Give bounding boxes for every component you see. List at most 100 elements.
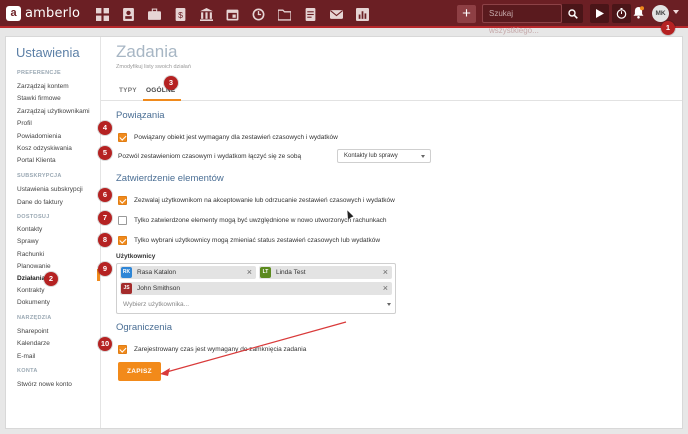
- calendar-icon[interactable]: [224, 6, 240, 22]
- stopwatch-icon: [616, 8, 627, 19]
- chevron-down-icon: [421, 155, 425, 158]
- sidebar-item-notifications[interactable]: Powiadomienia: [17, 133, 61, 140]
- sidebar-item-contacts[interactable]: Kontakty: [17, 226, 42, 233]
- section-title-approval: Zatwierdzenie elementów: [116, 173, 224, 184]
- only-approved-checkbox[interactable]: [118, 216, 127, 225]
- sidebar-item-subscription-settings[interactable]: Ustawienia subskrypcji: [17, 186, 83, 193]
- user-avatar[interactable]: MK: [652, 5, 669, 22]
- tab-bar: TYPY OGÓLNE: [101, 82, 682, 101]
- main-content: Zadania Zmodyfikuj listy swoich działań …: [101, 37, 682, 428]
- sidebar-group-subscription: SUBSKRYPCJA: [17, 173, 62, 179]
- sidebar-title: Ustawienia: [16, 45, 80, 60]
- sidebar-item-contracts[interactable]: Kontrakty: [17, 287, 44, 294]
- callout-badge-10: 10: [98, 337, 112, 351]
- chevron-down-icon[interactable]: [673, 10, 679, 14]
- sidebar-group-preferences: PREFERENCJE: [17, 70, 61, 76]
- user-search-input[interactable]: Wybierz użytkownika...: [120, 298, 392, 311]
- close-icon[interactable]: ×: [383, 283, 388, 293]
- top-bar: a amberlo $ + Szukaj wszystkiego... MK: [0, 0, 688, 35]
- section-title-links: Powiązania: [116, 110, 165, 121]
- time-entries-icon[interactable]: [250, 6, 266, 22]
- search-button[interactable]: [562, 4, 583, 23]
- callout-badge-6: 6: [98, 188, 112, 202]
- contacts-icon[interactable]: [120, 6, 136, 22]
- sidebar-item-manage-users[interactable]: Zarządzaj użytkownikami: [17, 108, 90, 115]
- sidebar-item-client-portal[interactable]: Portal Klienta: [17, 157, 56, 164]
- bank-icon[interactable]: [198, 6, 214, 22]
- avatar: LT: [260, 267, 271, 278]
- svg-text:$: $: [178, 9, 183, 19]
- linked-required-checkbox[interactable]: [118, 133, 127, 142]
- only-selected-users-label: Tylko wybrani użytkownicy mogą zmieniać …: [134, 237, 381, 244]
- start-timer-button[interactable]: [590, 4, 609, 23]
- sidebar-group-tools: NARZĘDZIA: [17, 315, 52, 321]
- time-required-checkbox[interactable]: [118, 345, 127, 354]
- sidebar-item-invoices[interactable]: Rachunki: [17, 251, 44, 258]
- callout-badge-2: 2: [44, 272, 58, 286]
- play-icon: [595, 9, 604, 18]
- dashboard-icon[interactable]: [94, 6, 110, 22]
- matters-icon[interactable]: [146, 6, 162, 22]
- settings-sidebar: Ustawienia PREFERENCJE Zarządzaj kontem …: [6, 37, 101, 428]
- avatar: RK: [121, 267, 132, 278]
- linked-required-label: Powiązany obiekt jest wymagany dla zesta…: [134, 134, 338, 141]
- folder-icon[interactable]: [276, 6, 292, 22]
- save-button[interactable]: ZAPISZ: [118, 362, 161, 381]
- section-title-limits: Ograniczenia: [116, 322, 172, 333]
- active-tab-indicator: [143, 99, 181, 101]
- mail-icon[interactable]: [328, 6, 344, 22]
- callout-badge-3: 3: [164, 76, 178, 90]
- search-icon: [567, 8, 578, 19]
- invoices-icon[interactable]: $: [172, 6, 188, 22]
- callout-badge-5: 5: [98, 146, 112, 160]
- user-chip: RK Rasa Katalon ×: [120, 266, 256, 279]
- allow-approve-checkbox[interactable]: [118, 196, 127, 205]
- users-multiselect[interactable]: RK Rasa Katalon × LT Linda Test × JS Joh…: [116, 263, 396, 314]
- reports-icon[interactable]: [354, 6, 370, 22]
- callout-badge-7: 7: [98, 211, 112, 225]
- sidebar-item-sharepoint[interactable]: Sharepoint: [17, 328, 48, 335]
- chevron-down-icon[interactable]: [387, 303, 391, 306]
- documents-icon[interactable]: [302, 6, 318, 22]
- sidebar-item-calendars[interactable]: Kalendarze: [17, 340, 50, 347]
- sidebar-item-matters[interactable]: Sprawy: [17, 238, 39, 245]
- page-title: Zadania: [116, 42, 178, 61]
- main-nav: $: [94, 6, 380, 22]
- global-search-input[interactable]: Szukaj wszystkiego...: [482, 4, 562, 35]
- notifications-bell-icon[interactable]: [633, 6, 644, 24]
- link-target-value: Kontakty lub sprawy: [344, 153, 398, 159]
- sidebar-item-invoice-data[interactable]: Dane do faktury: [17, 199, 63, 206]
- close-icon[interactable]: ×: [383, 267, 388, 277]
- callout-badge-1: 1: [661, 21, 675, 35]
- only-selected-users-checkbox[interactable]: [118, 236, 127, 245]
- logo-mark: a: [6, 6, 21, 21]
- user-chip: JS John Smithson ×: [120, 282, 392, 295]
- logo-text: amberlo: [25, 6, 81, 21]
- user-chip-name: John Smithson: [137, 285, 180, 292]
- sidebar-item-recycle-bin[interactable]: Kosz odzyskiwania: [17, 145, 72, 152]
- sidebar-item-documents[interactable]: Dokumenty: [17, 299, 50, 306]
- user-chip-name: Linda Test: [276, 269, 306, 276]
- callout-badge-4: 4: [98, 121, 112, 135]
- callout-badge-9: 9: [98, 262, 112, 276]
- link-target-select[interactable]: Kontakty lub sprawy: [337, 149, 431, 163]
- sidebar-item-create-account[interactable]: Stwórz nowe konto: [17, 381, 72, 388]
- time-required-label: Zarejestrowany czas jest wymagany do zam…: [134, 346, 307, 353]
- sidebar-item-activities[interactable]: Działania: [17, 275, 45, 282]
- allow-link-label: Pozwól zestawieniom czasowym i wydatkom …: [118, 153, 302, 160]
- allow-approve-label: Zezwalaj użytkownikom na akceptowanie lu…: [134, 197, 395, 204]
- sidebar-item-manage-account[interactable]: Zarządzaj kontem: [17, 83, 69, 90]
- sidebar-item-company-rates[interactable]: Stawki firmowe: [17, 95, 61, 102]
- user-chip-name: Rasa Katalon: [137, 269, 177, 276]
- logo[interactable]: a amberlo: [6, 6, 80, 21]
- callout-badge-8: 8: [98, 233, 112, 247]
- sidebar-item-email[interactable]: E-mail: [17, 353, 35, 360]
- sidebar-item-planning[interactable]: Planowanie: [17, 263, 51, 270]
- sidebar-item-profile[interactable]: Profil: [17, 120, 32, 127]
- stopwatch-button[interactable]: [612, 4, 631, 23]
- tab-types[interactable]: TYPY: [119, 87, 137, 94]
- sidebar-group-accounts: KONTA: [17, 368, 38, 374]
- close-icon[interactable]: ×: [247, 267, 252, 277]
- user-chip: LT Linda Test ×: [259, 266, 392, 279]
- add-button[interactable]: +: [457, 5, 476, 23]
